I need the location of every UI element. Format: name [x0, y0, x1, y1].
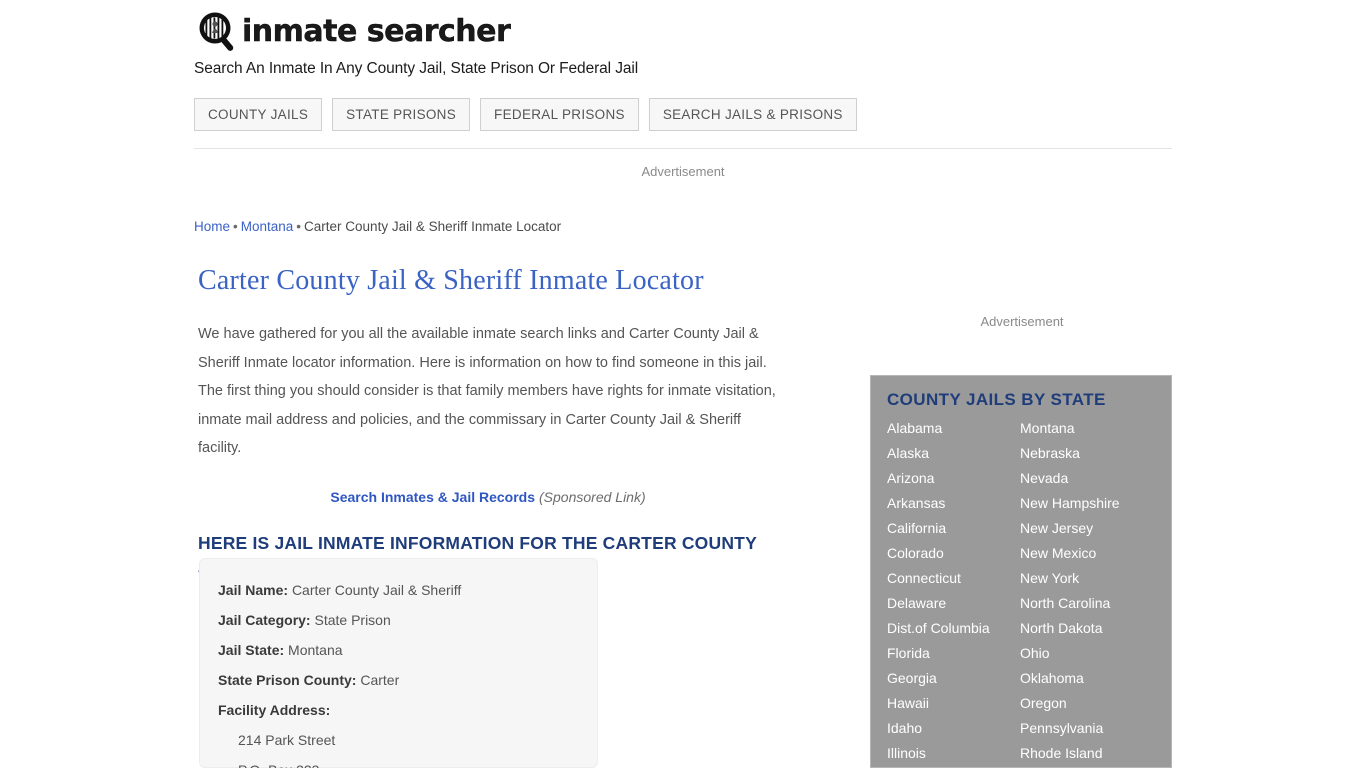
main-navigation: COUNTY JAILS STATE PRISONS FEDERAL PRISO…	[194, 98, 857, 131]
state-link-arizona[interactable]: Arizona	[887, 466, 1020, 491]
jail-info-box: Jail Name: Carter County Jail & Sheriff …	[199, 558, 598, 768]
state-link-illinois[interactable]: Illinois	[887, 741, 1020, 766]
info-row: Jail State: Montana	[218, 635, 579, 665]
state-link-rhode-island[interactable]: Rhode Island	[1020, 741, 1155, 766]
info-value-jail-state: Montana	[288, 642, 343, 658]
state-link-colorado[interactable]: Colorado	[887, 541, 1020, 566]
county-jails-by-state-widget: COUNTY JAILS BY STATE Alabama Montana Al…	[870, 375, 1172, 768]
breadcrumb: Home • Montana • Carter County Jail & Sherif…	[194, 219, 561, 234]
state-link-pennsylvania[interactable]: Pennsylvania	[1020, 716, 1155, 741]
state-link-new-mexico[interactable]: New Mexico	[1020, 541, 1155, 566]
breadcrumb-state-link[interactable]: Montana	[241, 219, 294, 234]
nav-item-county-jails[interactable]: COUNTY JAILS	[194, 98, 323, 131]
state-link-nebraska[interactable]: Nebraska	[1020, 441, 1155, 466]
advertisement-label-sidebar: Advertisement	[980, 314, 1064, 329]
logo[interactable]: inmate searcher	[194, 8, 1172, 56]
state-link-montana[interactable]: Montana	[1020, 416, 1155, 441]
page-root: inmate searcher Search An Inmate In Any …	[0, 0, 1366, 768]
info-row: Jail Name: Carter County Jail & Sheriff	[218, 575, 579, 605]
breadcrumb-current: Carter County Jail & Sheriff Inmate Loca…	[304, 219, 562, 234]
state-link-georgia[interactable]: Georgia	[887, 666, 1020, 691]
state-link-california[interactable]: California	[887, 516, 1020, 541]
info-value-jail-category: State Prison	[314, 612, 391, 628]
info-value-jail-name: Carter County Jail & Sheriff	[291, 582, 462, 598]
state-link-hawaii[interactable]: Hawaii	[887, 691, 1020, 716]
widget-title: COUNTY JAILS BY STATE	[887, 390, 1106, 409]
info-label-jail-state: Jail State:	[218, 642, 285, 658]
info-row-facility-address: Facility Address:	[218, 695, 579, 725]
search-inmates-records-link[interactable]: Search Inmates & Jail Records	[330, 489, 535, 505]
state-link-alabama[interactable]: Alabama	[887, 416, 1020, 441]
state-link-oregon[interactable]: Oregon	[1020, 691, 1155, 716]
state-link-ohio[interactable]: Ohio	[1020, 641, 1155, 666]
intro-paragraph: We have gathered for you all the availab…	[198, 326, 776, 456]
facility-address-line-1: 214 Park Street	[238, 732, 336, 748]
state-link-delaware[interactable]: Delaware	[887, 591, 1020, 616]
info-row: Jail Category: State Prison	[218, 605, 579, 635]
state-link-dist-of-columbia[interactable]: Dist.of Columbia	[887, 616, 1020, 641]
state-link-arkansas[interactable]: Arkansas	[887, 491, 1020, 516]
nav-item-search-jails-prisons[interactable]: SEARCH JAILS & PRISONS	[648, 98, 857, 131]
info-value-prison-county: Carter	[360, 672, 400, 688]
nav-item-federal-prisons[interactable]: FEDERAL PRISONS	[480, 98, 639, 131]
page-title: Carter County Jail & Sheriff Inmate Loca…	[198, 265, 704, 296]
state-link-new-york[interactable]: New York	[1020, 566, 1155, 591]
state-link-idaho[interactable]: Idaho	[887, 716, 1020, 741]
state-link-florida[interactable]: Florida	[887, 641, 1020, 666]
breadcrumb-separator-2: •	[296, 219, 302, 234]
sponsored-note: (Sponsored Link)	[539, 488, 646, 505]
state-link-north-dakota[interactable]: North Dakota	[1020, 616, 1155, 641]
state-link-alaska[interactable]: Alaska	[887, 441, 1020, 466]
site-header: inmate searcher Search An Inmate In Any …	[194, 8, 1172, 78]
main-content: Carter County Jail & Sheriff Inmate Loca…	[198, 262, 798, 581]
state-link-nevada[interactable]: Nevada	[1020, 466, 1155, 491]
state-link-connecticut[interactable]: Connecticut	[887, 566, 1020, 591]
breadcrumb-separator-1: •	[233, 219, 238, 234]
info-label-prison-county: State Prison County:	[218, 672, 357, 688]
breadcrumb-home-link[interactable]: Home	[194, 219, 230, 234]
advertisement-label-top: Advertisement	[641, 164, 725, 179]
magnifier-prison-bars-icon	[194, 9, 240, 55]
sponsored-link-row: Search Inmates & Jail Records (Sponsored …	[198, 489, 778, 505]
state-link-new-hampshire[interactable]: New Hampshire	[1020, 491, 1155, 516]
state-link-oklahoma[interactable]: Oklahoma	[1020, 666, 1155, 691]
state-link-new-jersey[interactable]: New Jersey	[1020, 516, 1155, 541]
info-label-jail-category: Jail Category:	[218, 612, 311, 628]
info-label-jail-name: Jail Name:	[218, 582, 289, 598]
facility-address-line-2: P.O. Box 323	[218, 755, 579, 768]
logo-wordmark: inmate searcher	[242, 14, 511, 49]
header-divider	[194, 148, 1172, 149]
site-tagline: Search An Inmate In Any County Jail, Sta…	[194, 60, 639, 77]
nav-item-state-prisons[interactable]: STATE PRISONS	[332, 98, 471, 131]
state-link-north-carolina[interactable]: North Carolina	[1020, 591, 1155, 616]
info-label-facility-address: Facility Address:	[218, 702, 331, 718]
state-links-grid: Alabama Montana Alaska Nebraska Arizona …	[887, 416, 1155, 766]
info-row: State Prison County: Carter	[218, 665, 579, 695]
